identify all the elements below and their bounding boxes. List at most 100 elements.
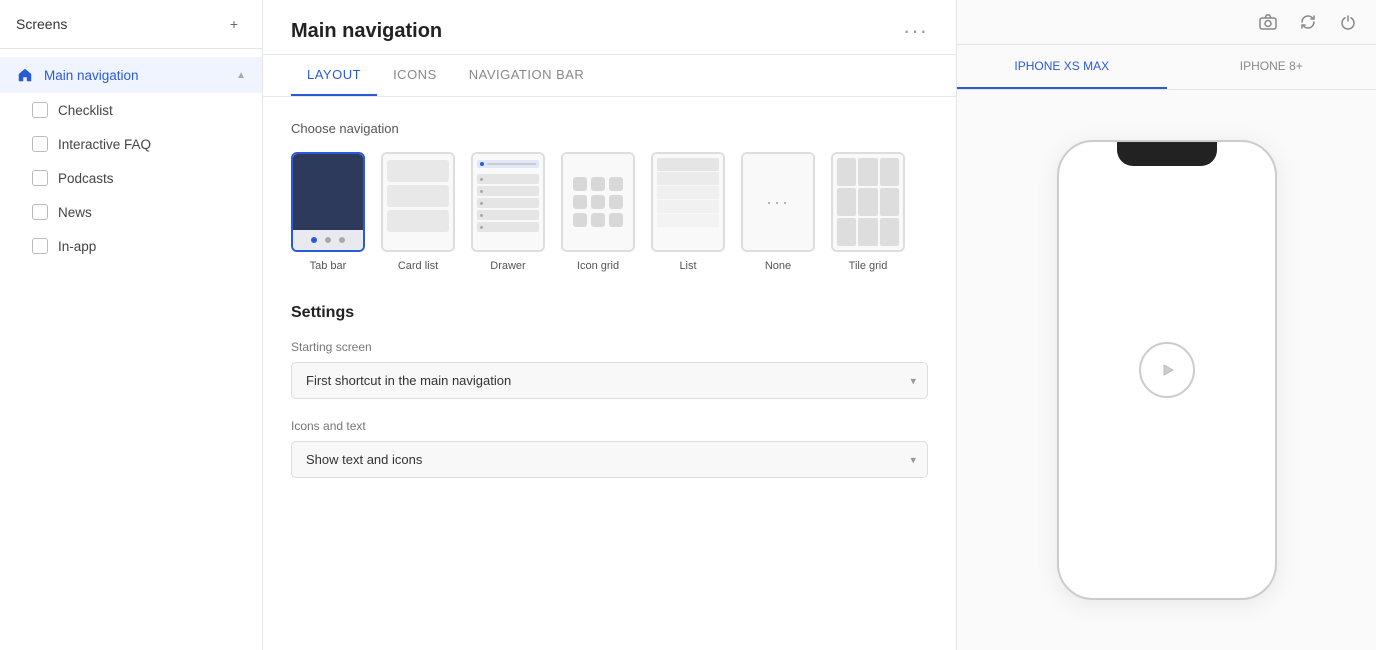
main-title: Main navigation <box>291 20 442 43</box>
more-options-button[interactable]: ··· <box>903 18 928 44</box>
tab-bar-graphic <box>293 154 363 250</box>
tab-dot-2 <box>325 237 331 243</box>
nav-option-tab-bar[interactable]: Tab bar <box>291 152 365 272</box>
drawer-graphic <box>473 154 543 250</box>
add-screen-button[interactable]: + <box>222 12 246 36</box>
icon-grid-inner <box>573 177 623 227</box>
nav-option-drawer[interactable]: Drawer <box>471 152 545 272</box>
drawer-item-2 <box>477 186 539 196</box>
phone-frame <box>1057 140 1277 600</box>
list-item-4 <box>657 200 719 213</box>
drawer-header <box>477 160 539 168</box>
tab-layout[interactable]: LAYOUT <box>291 55 377 96</box>
nav-option-list[interactable]: List <box>651 152 725 272</box>
settings-title: Settings <box>291 304 928 322</box>
sidebar-item-interactive-faq[interactable]: Interactive FAQ <box>0 127 262 161</box>
chevron-up-icon: ▲ <box>236 70 246 81</box>
bullet-1 <box>480 178 483 181</box>
grid-cell-3 <box>609 177 623 191</box>
grid-cell-7 <box>573 213 587 227</box>
sidebar-item-label: Podcasts <box>58 171 246 186</box>
list-item-3 <box>657 186 719 199</box>
drawer-items <box>477 174 539 232</box>
right-panel-toolbar <box>957 0 1376 45</box>
sidebar-item-label: Main navigation <box>44 68 226 83</box>
drawer-preview <box>471 152 545 252</box>
play-button[interactable] <box>1139 342 1195 398</box>
icons-and-text-label: Icons and text <box>291 419 928 433</box>
main-content: Main navigation ··· LAYOUT ICONS NAVIGAT… <box>263 0 956 650</box>
icons-and-text-select-wrapper: Show text and icons Show icons only Show… <box>291 441 928 478</box>
drawer-line <box>487 163 536 165</box>
checkbox-icon <box>32 136 48 152</box>
icon-grid-label: Icon grid <box>577 260 619 272</box>
tile-5 <box>858 188 877 216</box>
starting-screen-select-wrapper: First shortcut in the main navigation La… <box>291 362 928 399</box>
tile-9 <box>880 218 899 246</box>
drawer-item-5 <box>477 222 539 232</box>
card-list-label: Card list <box>398 260 438 272</box>
sidebar-title: Screens <box>16 16 67 32</box>
sidebar-header: Screens + <box>0 0 262 49</box>
starting-screen-select[interactable]: First shortcut in the main navigation La… <box>291 362 928 399</box>
tab-bar-label: Tab bar <box>310 260 347 272</box>
sidebar-item-news[interactable]: News <box>0 195 262 229</box>
drawer-label: Drawer <box>490 260 525 272</box>
nav-option-none[interactable]: ··· None <box>741 152 815 272</box>
drawer-item-1 <box>477 174 539 184</box>
sidebar-item-label: Checklist <box>58 103 246 118</box>
bullet-3 <box>480 202 483 205</box>
list-item-5 <box>657 214 719 227</box>
icons-and-text-field: Icons and text Show text and icons Show … <box>291 419 928 478</box>
starting-screen-field: Starting screen First shortcut in the ma… <box>291 340 928 399</box>
camera-icon[interactable] <box>1256 10 1280 34</box>
nav-option-card-list[interactable]: Card list <box>381 152 455 272</box>
sidebar-item-label: News <box>58 205 246 220</box>
card-2 <box>387 185 449 207</box>
tab-bar-bottom <box>293 230 363 250</box>
icons-and-text-select[interactable]: Show text and icons Show icons only Show… <box>291 441 928 478</box>
card-list-graphic <box>383 154 453 250</box>
tab-navigation-bar[interactable]: NAVIGATION BAR <box>453 55 601 96</box>
bullet-2 <box>480 190 483 193</box>
grid-cell-6 <box>609 195 623 209</box>
home-icon <box>16 66 34 84</box>
tile-7 <box>837 218 856 246</box>
grid-cell-9 <box>609 213 623 227</box>
power-icon[interactable] <box>1336 10 1360 34</box>
drawer-item-4 <box>477 210 539 220</box>
bullet-4 <box>480 214 483 217</box>
tab-dot-3 <box>339 237 345 243</box>
phone-notch <box>1117 142 1217 166</box>
refresh-icon[interactable] <box>1296 10 1320 34</box>
sidebar-items-list: Main navigation ▲ Checklist Interactive … <box>0 49 262 650</box>
tab-icons[interactable]: ICONS <box>377 55 453 96</box>
nav-option-tile-grid[interactable]: Tile grid <box>831 152 905 272</box>
drawer-item-3 <box>477 198 539 208</box>
tab-dot-1 <box>311 237 317 243</box>
sidebar-item-podcasts[interactable]: Podcasts <box>0 161 262 195</box>
main-header: Main navigation ··· <box>263 0 956 55</box>
icon-grid-preview <box>561 152 635 252</box>
tab-iphone-8plus[interactable]: IPHONE 8+ <box>1167 45 1376 89</box>
choose-navigation-label: Choose navigation <box>291 121 928 136</box>
sidebar-item-label: In-app <box>58 239 246 254</box>
list-graphic <box>653 154 723 250</box>
sidebar-item-in-app[interactable]: In-app <box>0 229 262 263</box>
nav-option-icon-grid[interactable]: Icon grid <box>561 152 635 272</box>
none-preview: ··· <box>741 152 815 252</box>
none-label: None <box>765 260 791 272</box>
tab-iphone-xs-max[interactable]: IPHONE XS MAX <box>957 45 1167 89</box>
tile-6 <box>880 188 899 216</box>
grid-cell-1 <box>573 177 587 191</box>
none-graphic: ··· <box>743 154 813 250</box>
icon-grid-graphic <box>563 154 633 250</box>
tab-bar-top <box>293 154 363 230</box>
list-item-1 <box>657 158 719 171</box>
sidebar-item-label: Interactive FAQ <box>58 137 246 152</box>
card-list-preview <box>381 152 455 252</box>
card-3 <box>387 210 449 232</box>
sidebar-item-main-navigation[interactable]: Main navigation ▲ <box>0 57 262 93</box>
sidebar-item-checklist[interactable]: Checklist <box>0 93 262 127</box>
starting-screen-label: Starting screen <box>291 340 928 354</box>
